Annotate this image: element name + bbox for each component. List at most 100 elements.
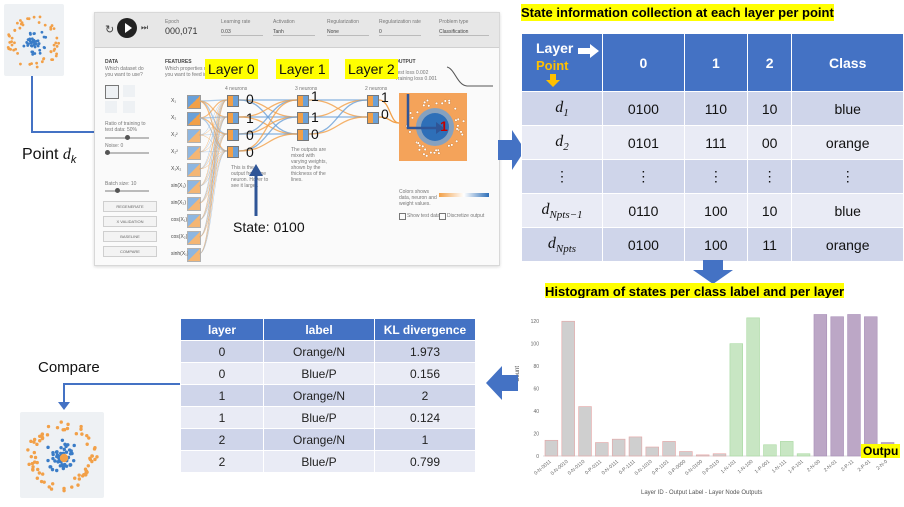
scatter-dot-orange <box>32 450 37 455</box>
state-row-id: d1 <box>521 91 603 126</box>
weight-line <box>198 99 228 255</box>
arrow-to-kl-table <box>486 366 518 400</box>
state-cell: 100 <box>683 227 748 262</box>
scatter-dot-orange <box>40 472 45 476</box>
y-tick-label: 60 <box>533 387 539 393</box>
histogram-bar <box>662 441 676 457</box>
kl-cell-layer: 0 <box>180 340 264 363</box>
scatter-dot-blue <box>27 42 30 46</box>
scatter-dot-orange <box>90 454 94 458</box>
kl-cell-label: Blue/P <box>263 406 375 429</box>
y-tick-label: 80 <box>533 364 539 370</box>
scatter-dot-orange <box>92 447 97 451</box>
scatter-dot-orange <box>85 442 89 446</box>
layer2-bit-1: 1 <box>381 89 389 105</box>
output-dot <box>417 148 421 152</box>
scatter-dot-orange <box>35 442 39 447</box>
scatter-dot-orange <box>45 433 50 437</box>
layer0-neuron-count: 4 neurons <box>225 86 248 92</box>
neuron-layer0[interactable] <box>227 112 239 124</box>
output-dot <box>432 151 436 155</box>
x-tick-label: 0-P-0110 <box>701 459 720 477</box>
neuron-layer0[interactable] <box>227 129 239 141</box>
scatter-dot-blue <box>28 31 32 35</box>
neuron-layer0[interactable] <box>227 146 239 158</box>
histogram-bar <box>544 439 559 457</box>
state-row-id: ⋮ <box>521 159 603 194</box>
scatter-dot-blue <box>38 51 42 55</box>
scatter-dot-orange <box>74 432 79 436</box>
scatter-dot-blue <box>30 44 34 48</box>
scatter-dot-blue <box>55 454 59 459</box>
scatter-dot-orange <box>18 26 22 30</box>
scatter-dot-blue <box>60 463 65 467</box>
scatter-dot-orange <box>46 424 51 429</box>
scatter-dot-orange <box>73 476 77 480</box>
scatter-dot-orange <box>29 439 33 444</box>
scatter-dot-orange <box>40 60 44 64</box>
output-dot <box>462 119 466 123</box>
neuron-layer1[interactable] <box>297 95 309 107</box>
histogram-bar <box>847 314 861 457</box>
scatter-dot-orange <box>59 420 63 424</box>
scatter-dot-blue <box>62 447 66 452</box>
scatter-dot-orange <box>10 36 14 40</box>
scatter-dot-blue <box>36 39 40 43</box>
state-cell: 0100 <box>602 227 685 262</box>
arrow-to-compare-thumb <box>58 383 180 410</box>
histogram-bar <box>611 438 626 457</box>
x-tick-label: 2-P-11 <box>840 459 855 473</box>
weights-annotation: The outputs are mixed with varying weigh… <box>291 147 327 183</box>
state-cell: ⋮ <box>602 159 685 194</box>
scatter-dot-orange <box>7 33 11 37</box>
x-tick-label: 1-P-101 <box>787 459 805 475</box>
point-label: Point dk <box>22 146 77 167</box>
scatter-dot-blue <box>40 30 44 34</box>
state-table: Layer Point 0 1 2 Class d1 0100 110 10 b… <box>521 33 904 262</box>
scatter-dot-orange <box>79 427 83 431</box>
state-cell: 00 <box>746 125 793 160</box>
compare-scatter-thumbnail <box>20 412 104 498</box>
discretize-checkbox[interactable] <box>439 213 446 220</box>
kl-header-label: label <box>263 318 375 341</box>
y-tick-label: 0 <box>536 454 539 460</box>
state-row: d1 0100 110 10 blue <box>521 91 904 126</box>
x-tick-label: 2-N-0 <box>875 459 889 472</box>
state-cell: 100 <box>683 193 748 228</box>
scatter-dot-orange <box>55 52 59 56</box>
output-label: Outpu <box>861 444 901 458</box>
show-test-checkbox[interactable] <box>399 213 406 220</box>
point-subscript: k <box>70 154 77 167</box>
neuron-layer2[interactable] <box>367 112 379 124</box>
scatter-dot-orange <box>36 467 40 472</box>
histogram-bar <box>729 343 743 457</box>
scatter-dot-blue <box>36 44 40 48</box>
scatter-dot-blue <box>50 467 55 472</box>
neuron-layer1[interactable] <box>297 112 309 124</box>
scatter-dot-blue <box>46 445 50 450</box>
histogram-bar <box>679 451 693 457</box>
neuron-layer0[interactable] <box>227 95 239 107</box>
neuron-layer2[interactable] <box>367 95 379 107</box>
state-header-col-class: Class <box>791 33 904 92</box>
state-class-cell: blue <box>791 91 904 126</box>
scatter-dot-blue <box>38 48 42 52</box>
histogram-bar <box>780 441 794 457</box>
scatter-dot-orange <box>77 473 81 477</box>
scatter-dot-blue <box>55 450 59 454</box>
neuron-layer1[interactable] <box>297 129 309 141</box>
scatter-dot-orange <box>76 483 80 487</box>
scatter-dot-orange <box>83 467 88 471</box>
state-table-title: State information collection at each lay… <box>521 4 834 21</box>
scatter-dot-blue <box>46 458 50 463</box>
kl-row: 0 Orange/N 1.973 <box>180 340 476 363</box>
scatter-dot-orange <box>13 28 17 32</box>
scatter-dot-orange <box>35 476 40 480</box>
output-dot <box>422 152 426 156</box>
scatter-dot-orange <box>29 454 33 459</box>
training-loss: Training loss 0.001 <box>395 76 438 82</box>
scatter-dot-blue <box>72 443 76 448</box>
state-cell: 0101 <box>602 125 685 160</box>
histogram-bar <box>578 406 592 457</box>
scatter-dot-orange <box>30 62 33 66</box>
